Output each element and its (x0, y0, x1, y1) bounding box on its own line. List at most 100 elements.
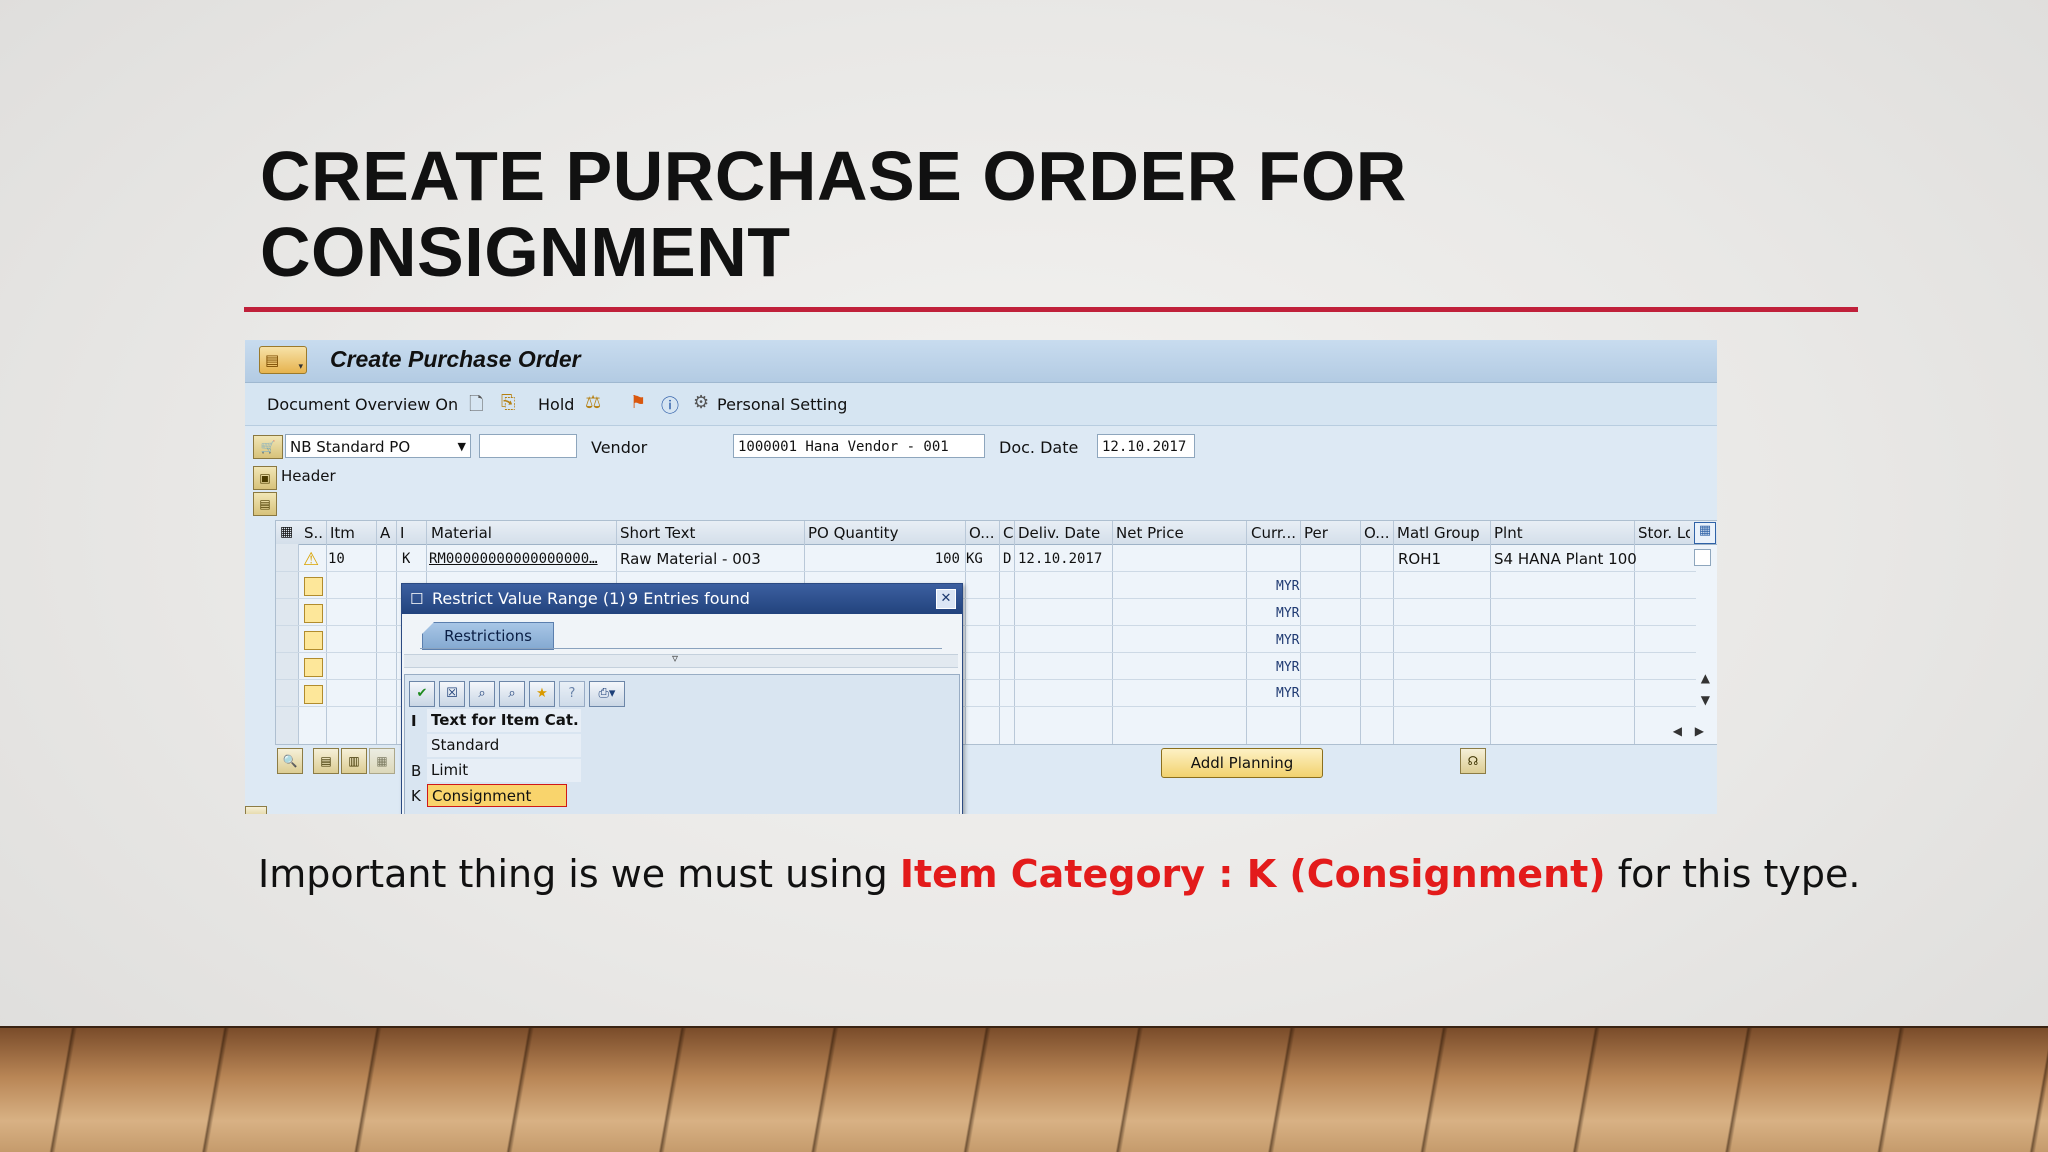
tab-restrictions[interactable]: Restrictions (422, 622, 554, 650)
expand-arrow-icon[interactable] (245, 806, 267, 814)
list-item[interactable]: B Limit (405, 759, 959, 784)
cell-currency[interactable]: MYR (1276, 606, 1299, 621)
cart-icon[interactable]: 🛒 (253, 435, 283, 459)
cell-currency[interactable]: MYR (1276, 686, 1299, 701)
select-all-icon[interactable]: ▤ (313, 748, 339, 774)
cell-plant[interactable]: S4 HANA Plant 100 (1494, 550, 1637, 568)
scroll-right-icon[interactable]: ▶ (1695, 724, 1704, 738)
new-document-icon[interactable]: 🗋 (469, 392, 483, 422)
item-overview-icon[interactable]: ▤ (253, 492, 277, 516)
col-deliv-date[interactable]: Deliv. Date (1018, 524, 1108, 542)
confirm-icon[interactable]: ✔ (409, 681, 435, 707)
favorite-icon[interactable]: ★ (529, 681, 555, 707)
cell-short-text[interactable]: Raw Material - 003 (620, 550, 761, 568)
addl-planning-button[interactable]: Addl Planning (1161, 748, 1323, 778)
menu-icon: ▤ (265, 351, 280, 369)
cell-matl-group[interactable]: ROH1 (1398, 550, 1441, 568)
col-divider (396, 521, 397, 744)
table-layout-icon[interactable]: ▦ (1694, 522, 1716, 544)
col-divider (999, 521, 1000, 744)
col-order-unit[interactable]: O... (969, 524, 999, 542)
check-icon[interactable]: ⚖ (585, 392, 601, 413)
sap-titlebar: ▤ ▾ Create Purchase Order (245, 340, 1717, 383)
doc-date-label: Doc. Date (999, 438, 1079, 457)
col-short-text[interactable]: Short Text (620, 524, 800, 542)
splitter-handle[interactable]: ▿ (404, 651, 958, 668)
window-title: Create Purchase Order (330, 346, 581, 372)
system-menu-button[interactable]: ▤ ▾ (259, 346, 307, 374)
support-icon[interactable]: ☊ (1460, 748, 1486, 774)
status-box (304, 604, 323, 623)
cell-item-cat[interactable]: K (402, 551, 410, 567)
col-status[interactable]: S.. (304, 524, 326, 542)
list-item-key: B (411, 762, 422, 780)
scroll-down-icon[interactable]: ▼ (1701, 693, 1710, 707)
col-net-price[interactable]: Net Price (1116, 524, 1236, 542)
po-number-field[interactable] (479, 434, 577, 458)
warning-icon: ⚠ (303, 549, 320, 570)
col-matl-group[interactable]: Matl Group (1397, 524, 1487, 542)
list-header-key: I (411, 712, 417, 730)
application-toolbar: Document Overview On 🗋 ⎘ Hold ⚖ ⚑ ⓘ ⚙ Pe… (245, 383, 1717, 426)
cell-material[interactable]: RM00000000000000000… (429, 551, 613, 567)
personal-setting-icon[interactable]: ⚙ (693, 392, 709, 413)
cell-order-unit[interactable]: KG (966, 551, 983, 567)
cancel-icon[interactable]: ☒ (439, 681, 465, 707)
cell-c[interactable]: D (1003, 551, 1011, 567)
sap-window: ▤ ▾ Create Purchase Order Document Overv… (245, 340, 1717, 814)
col-item[interactable]: Itm (330, 524, 370, 542)
hold-button[interactable]: Hold (538, 395, 574, 414)
slide-caption: Important thing is we must using Item Ca… (258, 852, 1860, 896)
tab-divider (420, 648, 942, 649)
col-divider (1360, 521, 1361, 744)
col-item-cat[interactable]: I (400, 524, 414, 542)
list-item-text: Standard (427, 734, 581, 757)
col-stor-loc[interactable]: Stor. Lo (1638, 524, 1690, 542)
copy-icon[interactable]: ▦ (369, 748, 395, 774)
col-per[interactable]: Per (1304, 524, 1354, 542)
col-divider (1393, 521, 1394, 744)
cell-currency[interactable]: MYR (1276, 660, 1299, 675)
open-document-icon[interactable]: ⎘ (501, 392, 515, 413)
caption-text-end: for this type. (1605, 852, 1861, 896)
details-icon[interactable]: 🔍 (277, 748, 303, 774)
col-order-price-unit[interactable]: O... (1364, 524, 1392, 542)
row-checkbox[interactable] (1694, 549, 1711, 566)
personal-setting-button[interactable]: Personal Setting (717, 395, 847, 414)
scroll-left-icon[interactable]: ◀ (1673, 724, 1682, 738)
cell-currency[interactable]: MYR (1276, 633, 1299, 648)
col-material[interactable]: Material (431, 524, 611, 542)
row-selector-column[interactable] (276, 544, 299, 744)
row-divider (276, 571, 1696, 572)
col-currency[interactable]: Curr... (1251, 524, 1299, 542)
status-box (304, 577, 323, 596)
col-acct[interactable]: A (380, 524, 394, 542)
cell-po-quantity[interactable]: 100 (808, 551, 960, 567)
list-item[interactable]: Standard (405, 734, 959, 759)
help-icon[interactable]: ? (559, 681, 585, 707)
col-plant[interactable]: Plnt (1494, 524, 1634, 542)
cell-deliv-date[interactable]: 12.10.2017 (1018, 551, 1102, 567)
doc-type-select[interactable]: NB Standard PO ▼ (285, 434, 471, 458)
vendor-label: Vendor (591, 438, 648, 457)
list-item-selected[interactable]: K Consignment (405, 784, 959, 809)
messages-icon[interactable]: ⚑ (630, 392, 646, 413)
doc-date-field[interactable]: 12.10.2017 (1097, 434, 1195, 458)
close-icon[interactable]: ✕ (936, 589, 956, 609)
scroll-up-icon[interactable]: ▲ (1701, 671, 1710, 685)
list-item-text: Consignment (427, 784, 567, 807)
col-po-quantity[interactable]: PO Quantity (808, 524, 958, 542)
title-divider (244, 307, 1858, 312)
info-icon[interactable]: ⓘ (661, 392, 679, 418)
document-overview-button[interactable]: Document Overview On (267, 395, 458, 414)
column-settings-icon[interactable]: ▦ (280, 524, 293, 540)
header-expand-icon[interactable]: ▣ (253, 466, 277, 490)
find-icon[interactable]: ⌕ (469, 681, 495, 707)
print-icon[interactable]: ⎙▾ (589, 681, 625, 707)
cell-item[interactable]: 10 (328, 551, 345, 567)
cell-currency[interactable]: MYR (1276, 579, 1299, 594)
deselect-all-icon[interactable]: ▥ (341, 748, 367, 774)
find-next-icon[interactable]: ⌕ (499, 681, 525, 707)
doc-type-value: NB Standard PO (290, 438, 411, 456)
vendor-field[interactable]: 1000001 Hana Vendor - 001 (733, 434, 985, 458)
